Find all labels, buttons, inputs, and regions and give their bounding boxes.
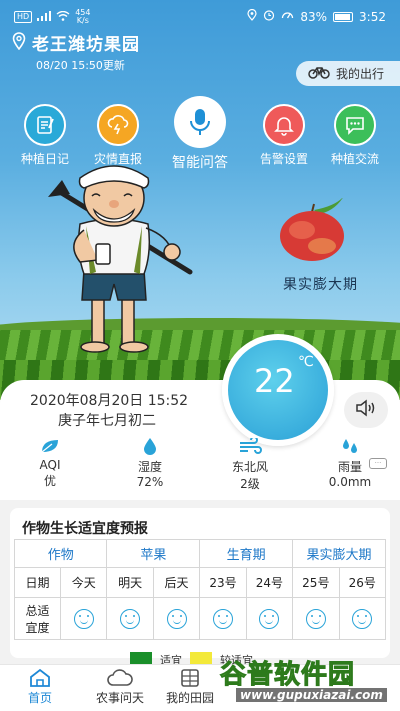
bell-icon xyxy=(263,104,305,146)
period-value: 果实膨大期 xyxy=(292,539,386,568)
battery-percent: 83% xyxy=(300,9,328,24)
speaker-icon xyxy=(355,399,377,421)
location-header[interactable]: 老王潍坊果园 08/20 15:50更新 xyxy=(12,30,140,73)
nav-farm-weather[interactable]: 农事问天 xyxy=(80,667,160,706)
alarm-icon xyxy=(263,9,275,24)
cloud-icon xyxy=(80,667,160,689)
nav-label: 首页 xyxy=(27,691,52,705)
status-bar: HD 454 K/s 83% 3:52 xyxy=(0,0,400,34)
lunar-date: 庚子年七月初二 xyxy=(58,413,156,429)
nav-home[interactable]: 首页 xyxy=(0,667,80,706)
smile-icon[interactable] xyxy=(120,608,141,629)
day-cell: 25号 xyxy=(292,567,340,598)
nav-label: 农事问天 xyxy=(95,691,144,705)
day-cell: 今天 xyxy=(59,567,108,598)
legend-swatch-suitable xyxy=(130,652,152,664)
crop-header: 作物 xyxy=(13,539,108,568)
smile-icon[interactable] xyxy=(73,608,94,629)
day-cell: 后天 xyxy=(152,567,201,598)
date-header: 日期 xyxy=(14,567,61,598)
weather-date: 2020年08月20日 15:52 xyxy=(30,393,189,409)
nav-my-farm[interactable]: 我的田园 xyxy=(150,667,230,706)
day-cell: 26号 xyxy=(338,567,387,598)
watermark-logo: 谷普软件园 www.gupuxiazai.com xyxy=(219,654,398,710)
field-icon xyxy=(150,667,230,689)
farmer-mascot-illustration xyxy=(40,152,210,366)
smile-icon[interactable] xyxy=(352,608,373,629)
tool-label: 告警设置 xyxy=(259,152,308,166)
tool-alarm-settings[interactable]: 告警设置 xyxy=(253,104,315,167)
apple-illustration xyxy=(276,196,352,266)
wifi-icon xyxy=(56,10,70,24)
notebook-icon xyxy=(24,104,66,146)
forecast-card: 作物生长适宜度预报 作物 苹果 生育期 果实膨大期 日期 今天 明天 后天 23… xyxy=(10,508,390,658)
net-speed: 454 K/s xyxy=(75,8,91,25)
my-trip-label: 我的出行 xyxy=(336,67,385,81)
legend-swatch-fair xyxy=(190,652,212,664)
farm-name: 老王潍坊果园 xyxy=(32,35,140,55)
signal-icon xyxy=(37,10,52,24)
score-header: 总适 宜度 xyxy=(14,597,61,640)
clock: 3:52 xyxy=(359,9,386,24)
day-cell: 23号 xyxy=(199,567,247,598)
smile-icon[interactable] xyxy=(305,608,326,629)
home-icon xyxy=(0,667,80,689)
growth-stage-label: 果实膨大期 xyxy=(283,277,358,293)
forecast-title: 作物生长适宜度预报 xyxy=(22,521,148,537)
rain-icon xyxy=(310,436,390,456)
tool-planting-exchange[interactable]: 种植交流 xyxy=(324,104,386,167)
my-trip-button[interactable]: 我的出行 xyxy=(296,61,400,86)
day-cell: 24号 xyxy=(245,567,294,598)
hd-badge: HD xyxy=(14,11,33,23)
update-time: 08/20 15:50更新 xyxy=(36,59,125,72)
microphone-icon xyxy=(174,96,226,148)
bicycle-icon xyxy=(308,65,330,82)
smile-icon[interactable] xyxy=(166,608,187,629)
stat-wind: 东北风 2级 xyxy=(210,436,290,492)
crop-value: 苹果 xyxy=(106,539,201,568)
location-status-icon xyxy=(247,8,257,24)
day-cell: 明天 xyxy=(106,567,154,598)
temperature-badge: 22 ℃ xyxy=(222,334,334,446)
lightning-cloud-icon xyxy=(97,104,139,146)
stat-humidity: 湿度 72% xyxy=(110,436,190,489)
more-button[interactable]: ··· xyxy=(369,458,387,469)
battery-icon xyxy=(333,11,354,22)
location-pin-icon xyxy=(12,31,26,54)
nav-label: 我的田园 xyxy=(165,691,214,705)
tool-label: 种植交流 xyxy=(330,152,379,166)
smile-icon[interactable] xyxy=(212,608,233,629)
smile-icon[interactable] xyxy=(259,608,280,629)
droplet-icon xyxy=(110,436,190,456)
chat-icon xyxy=(334,104,376,146)
stat-aqi: AQI 优 xyxy=(10,436,90,489)
period-header: 生育期 xyxy=(199,539,294,568)
speed-icon xyxy=(281,9,294,24)
suitability-table: 作物 苹果 生育期 果实膨大期 日期 今天 明天 后天 23号 24号 25号 … xyxy=(13,539,387,640)
leaf-icon xyxy=(10,436,90,456)
wind-icon xyxy=(210,436,290,456)
temperature-value: 22 xyxy=(254,362,295,400)
temperature-unit: ℃ xyxy=(298,354,314,370)
speaker-button[interactable] xyxy=(344,392,388,428)
